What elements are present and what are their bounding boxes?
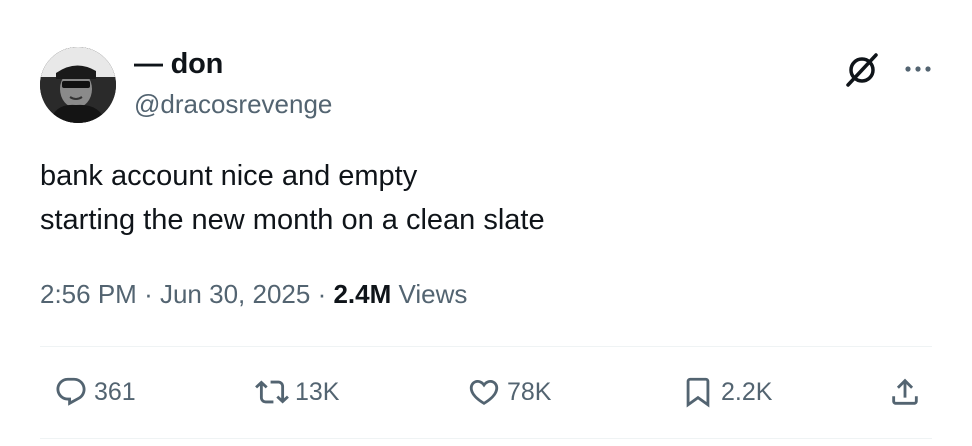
- repost-button[interactable]: 13K: [255, 370, 339, 414]
- views-label: Views: [398, 279, 468, 309]
- author-handle[interactable]: @dracosrevenge: [134, 89, 332, 120]
- repost-icon: [255, 380, 289, 404]
- divider: [40, 438, 932, 439]
- reply-button[interactable]: 361: [54, 370, 136, 414]
- tweet-date[interactable]: Jun 30, 2025: [160, 279, 310, 309]
- grok-button[interactable]: [842, 52, 882, 88]
- share-icon: [892, 378, 918, 405]
- meta-separator: ·: [144, 279, 153, 309]
- tweet-text-line: starting the new month on a clean slate: [40, 204, 545, 236]
- grok-icon: [846, 53, 878, 87]
- author-display-name[interactable]: — don: [134, 48, 223, 81]
- action-bar: 361 13K 78K 2.2K: [40, 370, 940, 414]
- reply-count: 361: [94, 377, 136, 406]
- user-avatar-photo-icon: [40, 47, 116, 123]
- like-count: 78K: [507, 377, 552, 406]
- reply-icon: [56, 377, 86, 406]
- views-count[interactable]: 2.4M: [333, 279, 391, 309]
- share-button[interactable]: [888, 370, 928, 414]
- bookmark-count: 2.2K: [721, 377, 773, 406]
- bookmark-button[interactable]: 2.2K: [681, 370, 772, 414]
- tweet-card: — don @dracosrevenge bank account nice a…: [0, 0, 972, 446]
- avatar[interactable]: [40, 47, 116, 123]
- tweet-time[interactable]: 2:56 PM: [40, 279, 137, 309]
- bookmark-icon: [686, 377, 710, 408]
- repost-count: 13K: [295, 377, 340, 406]
- tweet-text: bank account nice and empty starting the…: [40, 154, 545, 242]
- tweet-text-line: bank account nice and empty: [40, 160, 418, 192]
- heart-icon: [469, 379, 499, 405]
- more-options-button[interactable]: [898, 54, 938, 84]
- divider: [40, 346, 932, 347]
- more-options-icon: [905, 66, 931, 72]
- meta-separator: ·: [317, 279, 327, 309]
- tweet-meta: 2:56 PM · Jun 30, 2025 · 2.4M Views: [40, 279, 467, 310]
- like-button[interactable]: 78K: [467, 370, 551, 414]
